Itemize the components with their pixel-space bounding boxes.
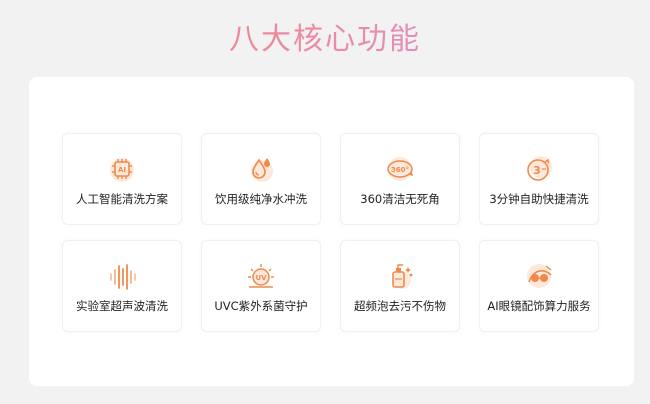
feature-label: AI眼镜配饰算力服务 [487, 299, 591, 313]
feature-card-ai-cleaning[interactable]: AI 人工智能清洗方案 [62, 133, 182, 225]
feature-card-glasses-service[interactable]: AI眼镜配饰算力服务 [479, 240, 599, 332]
timer-text: 3 [533, 164, 541, 177]
uv-sun-icon: UV [246, 261, 276, 291]
feature-card-ultrasonic[interactable]: 实验室超声波清洗 [62, 240, 182, 332]
features-grid: AI 人工智能清洗方案 饮用级纯净水冲洗 360° 360清洁无死角 3 3分钟… [62, 133, 599, 332]
rotation-text: 360° [391, 166, 409, 174]
rotation-360-icon: 360° [385, 154, 415, 184]
features-panel: AI 人工智能清洗方案 饮用级纯净水冲洗 360° 360清洁无死角 3 3分钟… [29, 77, 634, 386]
ai-chip-icon: AI [107, 154, 137, 184]
ai-chip-text: AI [118, 166, 126, 174]
feature-label: UVC紫外系菌守护 [214, 299, 308, 313]
feature-label: 实验室超声波清洗 [76, 299, 168, 313]
feature-label: 饮用级纯净水冲洗 [215, 192, 307, 206]
page-title: 八大核心功能 [0, 14, 650, 58]
feature-card-3min-clean[interactable]: 3 3分钟自助快捷清洗 [479, 133, 599, 225]
feature-label: 人工智能清洗方案 [76, 192, 168, 206]
foam-bottle-icon [385, 261, 415, 291]
feature-card-foam[interactable]: 超频泡去污不伤物 [340, 240, 460, 332]
feature-label: 超频泡去污不伤物 [354, 299, 446, 313]
glasses-service-icon [524, 261, 554, 291]
feature-label: 360清洁无死角 [360, 192, 440, 206]
timer-3min-icon: 3 [524, 154, 554, 184]
ultrasonic-wave-icon [107, 261, 137, 291]
feature-card-360-clean[interactable]: 360° 360清洁无死角 [340, 133, 460, 225]
feature-card-pure-water[interactable]: 饮用级纯净水冲洗 [201, 133, 321, 225]
water-drops-icon [246, 154, 276, 184]
feature-card-uvc[interactable]: UV UVC紫外系菌守护 [201, 240, 321, 332]
feature-label: 3分钟自助快捷清洗 [489, 192, 589, 206]
uv-text: UV [255, 274, 267, 282]
